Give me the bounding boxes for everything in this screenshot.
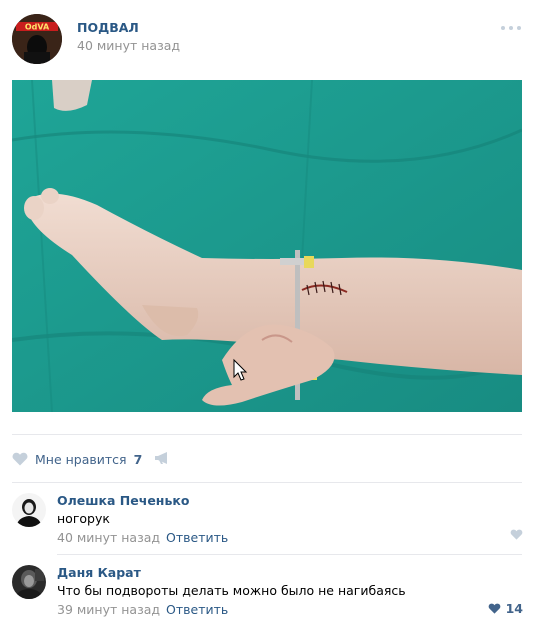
share-megaphone-icon[interactable] bbox=[154, 451, 170, 468]
divider bbox=[57, 554, 522, 555]
post-author[interactable]: ПОДВАЛ bbox=[77, 20, 139, 35]
comment-author[interactable]: Даня Карат bbox=[57, 565, 141, 580]
comment-meta: 40 минут назад Ответить bbox=[57, 530, 228, 545]
commenter-avatar[interactable] bbox=[12, 565, 46, 599]
post-actions: Мне нравится 7 bbox=[12, 448, 527, 470]
comment-like-button[interactable]: 14 bbox=[488, 601, 523, 616]
avatar-logo-text: OdVA bbox=[25, 23, 50, 32]
comment-item: Олешка Печенько ногорук 40 минут назад От… bbox=[12, 493, 527, 545]
like-label: Мне нравится bbox=[35, 451, 127, 467]
heart-icon bbox=[488, 603, 500, 614]
comment-like-count: 14 bbox=[505, 601, 523, 616]
comment-text: Что бы подвороты делать можно было не на… bbox=[57, 583, 406, 598]
comment-author[interactable]: Олешка Печенько bbox=[57, 493, 189, 508]
heart-icon bbox=[12, 452, 28, 466]
post-photo[interactable] bbox=[12, 80, 522, 412]
like-button[interactable]: Мне нравится 7 bbox=[12, 448, 142, 470]
post-time[interactable]: 40 минут назад bbox=[77, 38, 180, 53]
comment-time[interactable]: 39 минут назад bbox=[57, 602, 160, 617]
reply-button[interactable]: Ответить bbox=[166, 602, 228, 617]
comment-like-button[interactable] bbox=[510, 529, 523, 540]
divider bbox=[12, 434, 522, 435]
divider bbox=[12, 482, 522, 483]
reply-button[interactable]: Ответить bbox=[166, 530, 228, 545]
post-header: OdVA ПОДВАЛ 40 минут назад bbox=[12, 14, 527, 66]
comment-item: Даня Карат Что бы подвороты делать можно… bbox=[12, 565, 527, 617]
comment-text: ногорук bbox=[57, 511, 110, 526]
heart-icon bbox=[510, 529, 523, 540]
comment-time[interactable]: 40 минут назад bbox=[57, 530, 160, 545]
comment-meta: 39 минут назад Ответить bbox=[57, 602, 228, 617]
commenter-avatar[interactable] bbox=[12, 493, 46, 527]
more-options-icon[interactable] bbox=[501, 24, 523, 32]
community-avatar[interactable]: OdVA bbox=[12, 14, 62, 64]
like-count: 7 bbox=[133, 451, 143, 467]
